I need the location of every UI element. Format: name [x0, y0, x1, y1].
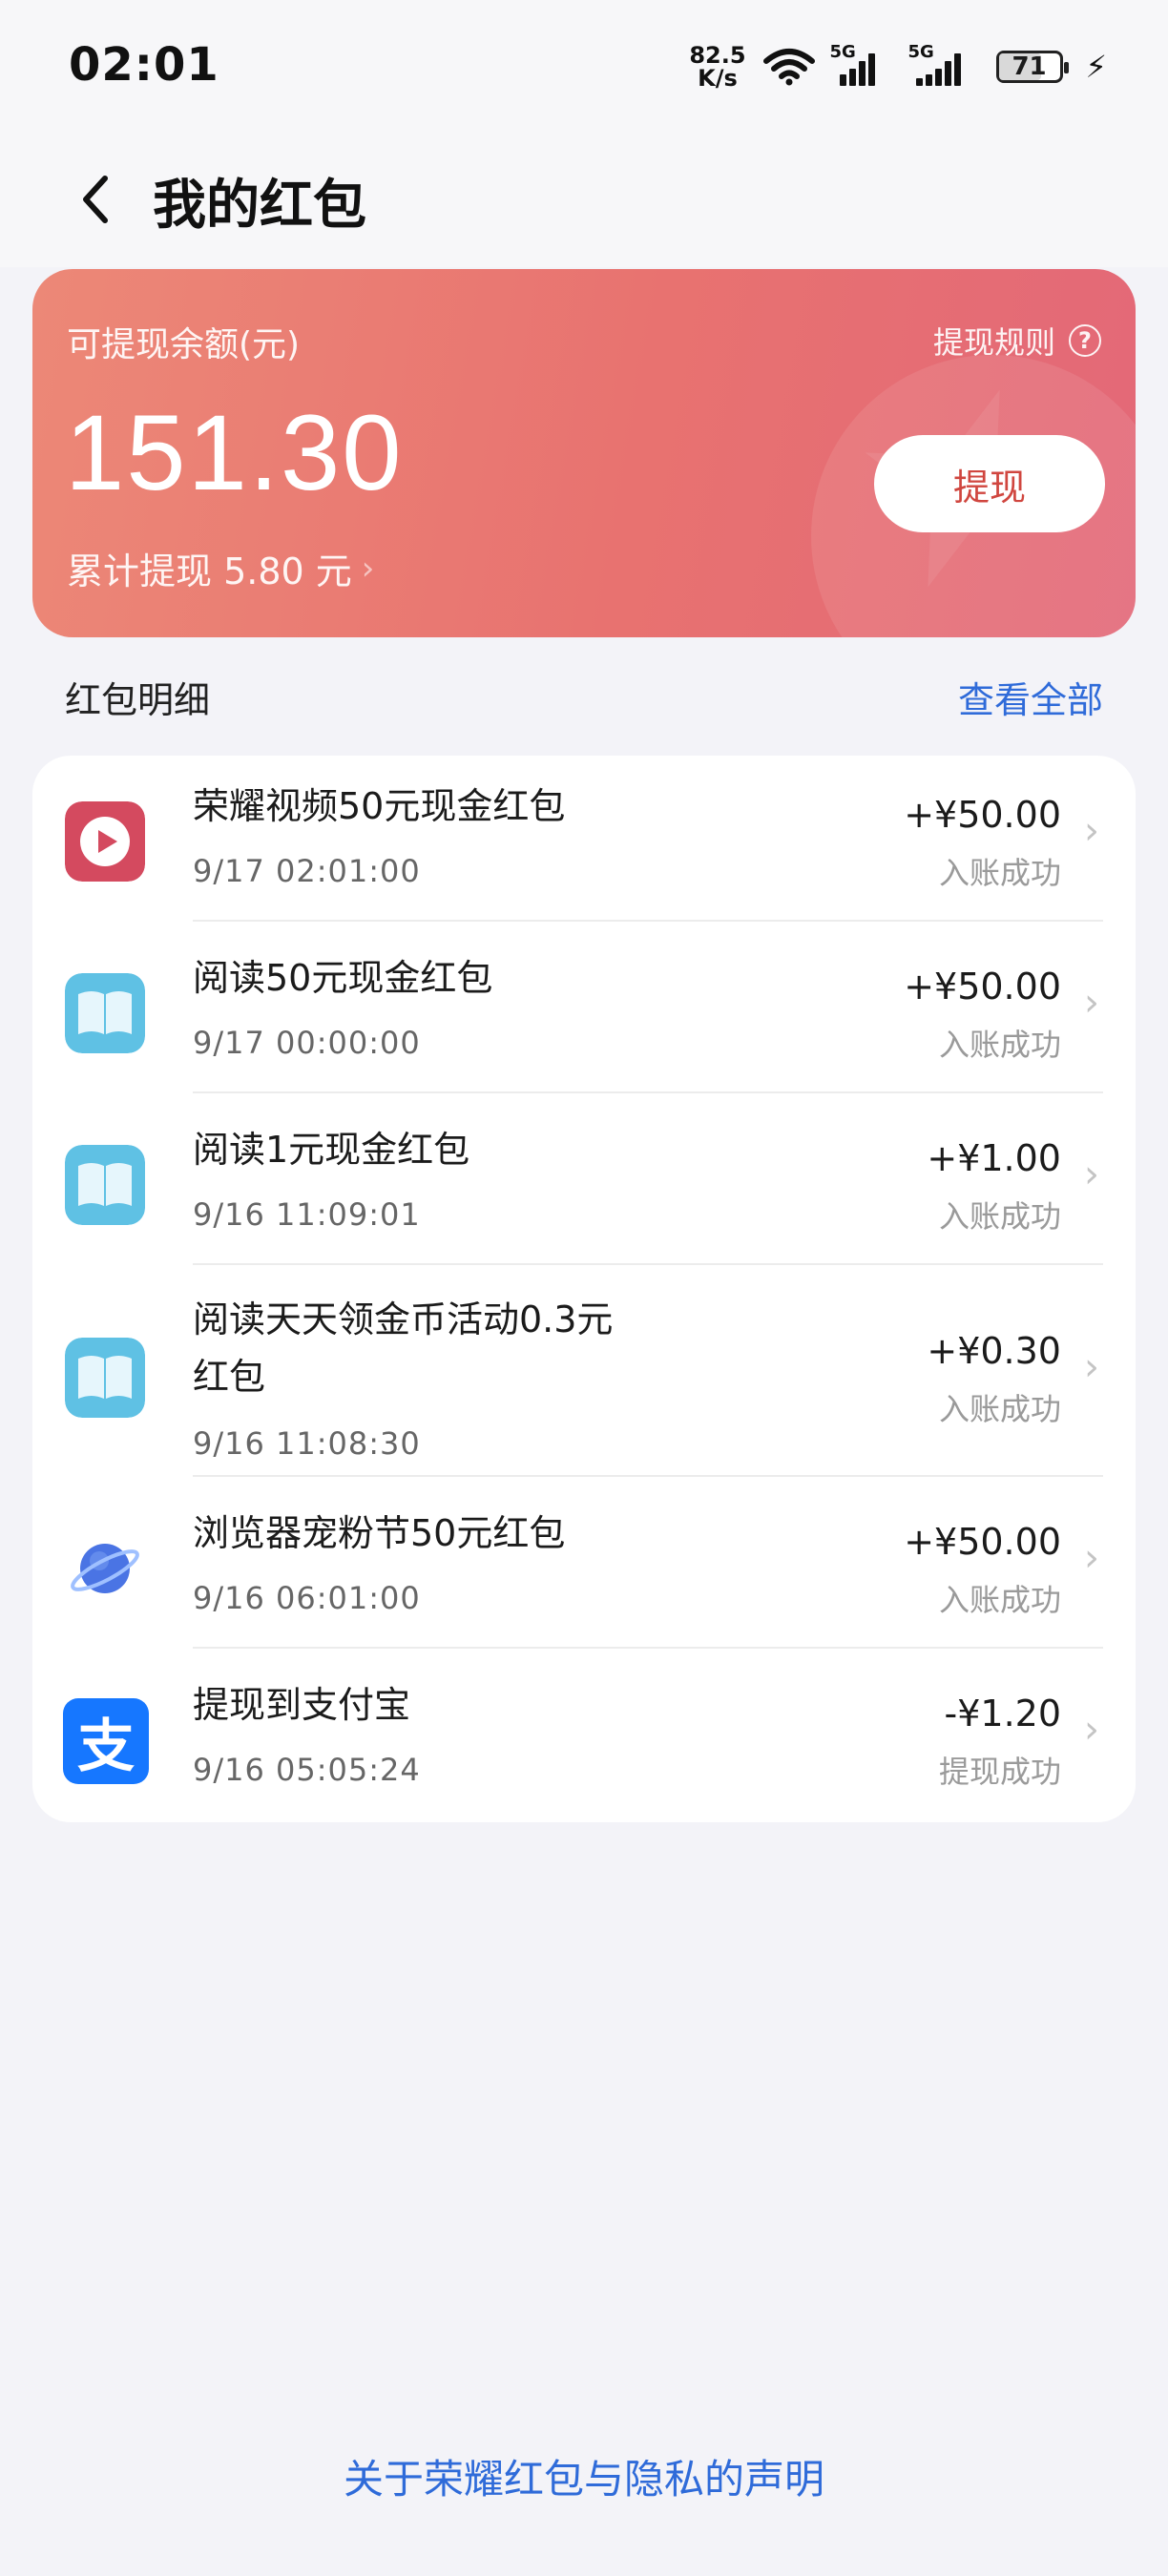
network-speed-value: 82.5: [689, 42, 746, 69]
item-time: 9/16 05:05:24: [193, 1752, 421, 1788]
chevron-right-icon: ›: [1084, 1536, 1099, 1580]
book-icon: [65, 1145, 145, 1225]
divider: [193, 1647, 1103, 1649]
item-time: 9/16 06:01:00: [193, 1580, 421, 1616]
withdraw-button[interactable]: 提现: [874, 435, 1105, 532]
list-item[interactable]: 支 提现到支付宝 9/16 05:05:24 -¥1.20 提现成功 ›: [32, 1654, 1136, 1822]
item-status: 入账成功: [938, 1582, 1061, 1618]
book-icon: [65, 973, 145, 1053]
page-title: 我的红包: [153, 175, 366, 237]
chevron-right-icon: ›: [1084, 809, 1099, 853]
item-name: 提现到支付宝: [193, 1684, 411, 1726]
item-status: 提现成功: [938, 1754, 1061, 1790]
planet-icon: [71, 1544, 139, 1593]
status-bar: 02:01 82.5 K/s 5G 5G 71 ⚡: [0, 0, 1168, 134]
help-icon: ?: [1069, 324, 1101, 357]
divider: [193, 1091, 1103, 1093]
withdraw-rules-label: 提现规则: [932, 324, 1055, 361]
status-icons: 82.5 K/s 5G 5G 71 ⚡: [689, 42, 1107, 92]
signal-icon-sim1: 5G: [830, 42, 893, 86]
list-item[interactable]: 浏览器宠粉节50元红包 9/16 06:01:00 +¥50.00 入账成功 ›: [32, 1483, 1136, 1654]
total-withdrawn-text: 累计提现 5.80 元: [67, 551, 352, 592]
divider: [193, 1263, 1103, 1265]
list-item[interactable]: 荣耀视频50元现金红包 9/17 02:01:00 +¥50.00 入账成功 ›: [32, 756, 1136, 927]
play-icon: [65, 801, 145, 882]
item-name: 阅读50元现金红包: [193, 957, 493, 999]
list-item[interactable]: 阅读50元现金红包 9/17 00:00:00 +¥50.00 入账成功 ›: [32, 927, 1136, 1099]
item-amount: +¥1.00: [927, 1137, 1061, 1179]
details-section-header: 红包明细 查看全部: [65, 668, 1103, 725]
item-name: 阅读1元现金红包: [193, 1129, 470, 1171]
item-amount: +¥50.00: [904, 966, 1061, 1008]
red-packet-list: 荣耀视频50元现金红包 9/17 02:01:00 +¥50.00 入账成功 ›…: [32, 756, 1136, 1822]
charging-icon: ⚡: [1085, 49, 1107, 85]
item-amount: +¥0.30: [927, 1330, 1061, 1372]
item-time: 9/16 11:08:30: [193, 1425, 421, 1462]
item-status: 入账成功: [938, 1198, 1061, 1235]
item-status: 入账成功: [938, 1027, 1061, 1063]
wifi-icon: [762, 49, 815, 86]
item-amount: +¥50.00: [904, 794, 1061, 836]
item-name: 浏览器宠粉节50元红包: [193, 1512, 566, 1554]
battery-icon: 71: [995, 51, 1069, 83]
item-status: 入账成功: [938, 1391, 1061, 1427]
divider: [193, 920, 1103, 922]
item-time: 9/16 11:09:01: [193, 1196, 421, 1233]
item-amount: -¥1.20: [944, 1693, 1062, 1735]
balance-amount: 151.30: [65, 393, 404, 512]
network-speed-unit: K/s: [698, 65, 738, 92]
app-header: 我的红包: [0, 134, 1168, 267]
alipay-icon: 支: [63, 1698, 149, 1784]
alipay-icon-glyph: 支: [77, 1713, 135, 1780]
item-amount: +¥50.00: [904, 1521, 1061, 1563]
chevron-right-icon: ›: [1084, 1708, 1099, 1752]
back-button[interactable]: [67, 166, 124, 233]
see-all-link[interactable]: 查看全部: [958, 671, 1103, 723]
status-time: 02:01: [69, 38, 219, 92]
item-status: 入账成功: [938, 855, 1061, 891]
signal-icon-sim2: 5G: [908, 42, 979, 86]
item-name-line2: 红包: [193, 1356, 266, 1398]
item-name: 荣耀视频50元现金红包: [193, 785, 566, 827]
battery-level: 71: [1012, 52, 1047, 81]
withdraw-rules-link[interactable]: 提现规则 ?: [933, 319, 1101, 363]
sim2-network-type: 5G: [907, 42, 934, 62]
book-icon: [65, 1338, 145, 1418]
balance-label: 可提现余额(元): [67, 325, 301, 364]
chevron-right-icon: ›: [1084, 1345, 1099, 1389]
item-name-line1: 阅读天天领金币活动0.3元: [193, 1298, 614, 1340]
network-speed: 82.5 K/s: [689, 44, 745, 90]
item-time: 9/17 00:00:00: [193, 1025, 421, 1061]
list-item[interactable]: 阅读天天领金币活动0.3元 红包 9/16 11:08:30 +¥0.30 入账…: [32, 1271, 1136, 1483]
privacy-statement-link[interactable]: 关于荣耀红包与隐私的声明: [0, 2447, 1168, 2505]
chevron-right-icon: ›: [1084, 981, 1099, 1025]
chevron-right-icon: ›: [361, 549, 375, 588]
chevron-right-icon: ›: [1084, 1153, 1099, 1196]
item-time: 9/17 02:01:00: [193, 853, 421, 889]
divider: [193, 1475, 1103, 1477]
sim1-network-type: 5G: [829, 42, 856, 62]
total-withdrawn-link[interactable]: 累计提现 5.80 元 ›: [67, 542, 374, 594]
balance-card: 可提现余额(元) 提现规则 ? 151.30 累计提现 5.80 元 › 提现: [32, 269, 1136, 637]
list-item[interactable]: 阅读1元现金红包 9/16 11:09:01 +¥1.00 入账成功 ›: [32, 1099, 1136, 1271]
back-arrow-icon: [83, 176, 108, 223]
section-title: 红包明细: [65, 678, 211, 721]
